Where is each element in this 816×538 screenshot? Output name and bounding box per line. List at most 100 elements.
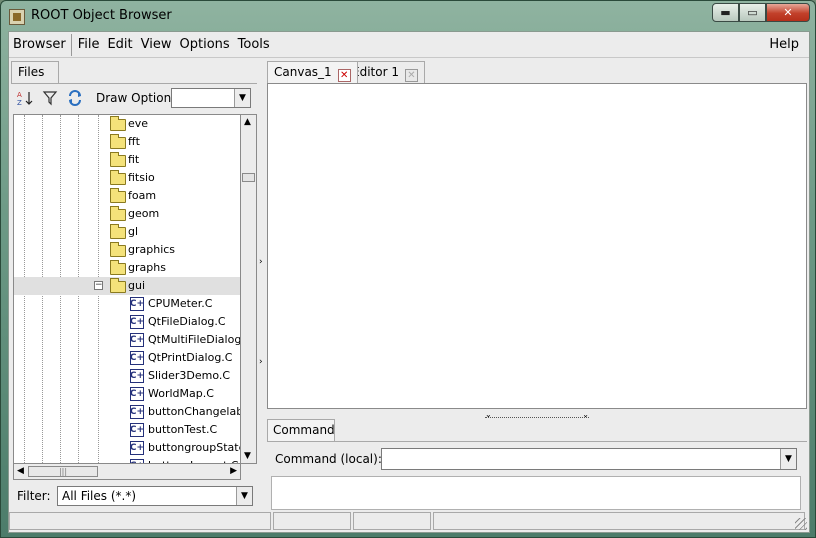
tree-file-item[interactable]: C+ Slider3Demo.C: [14, 367, 240, 385]
tree-horizontal-scrollbar[interactable]: ◀ ||| ▶: [13, 464, 241, 480]
folder-icon: [110, 224, 126, 239]
tree-file-item[interactable]: C+ QtMultiFileDialog: [14, 331, 240, 349]
tree-file-item[interactable]: C+buttonsLayout.C: [14, 457, 240, 463]
menu-tools[interactable]: Tools: [234, 34, 274, 56]
browser-toolbar: AZ Draw Option: ▼: [11, 84, 257, 112]
command-input[interactable]: ▼: [381, 448, 797, 470]
canvas-area[interactable]: [267, 83, 807, 409]
menu-file[interactable]: File: [74, 34, 104, 56]
scroll-right-icon[interactable]: ▶: [230, 466, 237, 476]
tree-item-label: QtFileDialog.C: [148, 315, 226, 328]
collapse-icon[interactable]: −: [94, 281, 103, 290]
scroll-down-icon[interactable]: ▼: [244, 451, 251, 461]
c-source-file-icon: C+: [129, 297, 145, 311]
horizontal-splitter[interactable]: ⌄ ⌄: [485, 410, 589, 419]
tree-item-label: QtPrintDialog.C: [148, 351, 233, 364]
close-tab-icon[interactable]: ✕: [337, 69, 351, 82]
refresh-icon[interactable]: [64, 87, 86, 109]
canvas-panel: Canvas_1 ✕ Editor 1 ✕ ⌄ ⌄ Command Command …: [265, 59, 809, 510]
tree-file-item[interactable]: C+ buttongroupState: [14, 439, 240, 457]
command-output[interactable]: [271, 476, 801, 510]
c-source-file-icon: C+: [129, 315, 145, 329]
filter-combo[interactable]: All Files (*.*) ▼: [57, 486, 253, 506]
minimize-button[interactable]: ▬: [712, 3, 739, 22]
menu-help[interactable]: Help: [765, 34, 803, 56]
menu-bar: Browser File Edit View Options Tools Hel…: [9, 32, 809, 58]
scroll-thumb[interactable]: [242, 173, 255, 182]
resize-grip[interactable]: [795, 518, 807, 530]
draw-option-label: Draw Option:: [96, 91, 176, 105]
chevron-down-icon[interactable]: ▼: [234, 89, 250, 107]
tree-vertical-scrollbar[interactable]: ▲ ▼: [241, 114, 257, 464]
menu-browser[interactable]: Browser: [9, 33, 72, 56]
tree-item-label: graphics: [128, 243, 176, 256]
draw-option-combo[interactable]: ▼: [171, 88, 251, 108]
tree-file-item[interactable]: C+ CPUMeter.C: [14, 295, 240, 313]
scroll-thumb[interactable]: |||: [28, 466, 98, 477]
status-section: [9, 512, 271, 530]
funnel-icon[interactable]: [39, 87, 61, 109]
tree-folder-item[interactable]: − gui: [14, 277, 240, 295]
menu-view[interactable]: View: [137, 34, 176, 56]
tree-folder-item[interactable]: eve: [14, 115, 240, 133]
folder-icon: [110, 242, 126, 257]
tab-canvas-1[interactable]: Canvas_1 ✕: [267, 61, 358, 83]
title-bar[interactable]: ROOT Object Browser ▬ ▭ ✕: [1, 1, 816, 31]
chevron-down-icon[interactable]: ⌄: [485, 410, 492, 419]
tree-item-label: buttonTest.C: [148, 423, 218, 436]
tree-folder-item[interactable]: graphs: [14, 259, 240, 277]
tree-folder-item[interactable]: foam: [14, 187, 240, 205]
tree-file-item[interactable]: C+ buttonTest.C: [14, 421, 240, 439]
scroll-left-icon[interactable]: ◀: [17, 466, 24, 476]
c-source-file-icon: C+: [129, 423, 145, 437]
tree-item-label: buttonChangelab: [148, 405, 241, 418]
tree-item-label: WorldMap.C: [148, 387, 214, 400]
close-tab-icon[interactable]: ✕: [404, 69, 418, 82]
sort-az-icon[interactable]: AZ: [14, 87, 36, 109]
filter-value: All Files (*.*): [62, 489, 137, 503]
tree-folder-item[interactable]: gl: [14, 223, 240, 241]
folder-icon: [110, 134, 126, 149]
menu-options[interactable]: Options: [176, 34, 234, 56]
tree-folder-item[interactable]: graphics: [14, 241, 240, 259]
tree-file-item[interactable]: C+ buttonChangelab: [14, 403, 240, 421]
tree-item-label: fitsio: [128, 171, 155, 184]
maximize-icon: ▭: [747, 6, 758, 19]
tree-item-label: gl: [128, 225, 139, 238]
svg-text:A: A: [17, 91, 22, 99]
tab-label: Editor 1: [352, 65, 399, 79]
tree-folder-item[interactable]: fft: [14, 133, 240, 151]
tree-item-label: Slider3Demo.C: [148, 369, 231, 382]
menu-edit[interactable]: Edit: [103, 34, 136, 56]
chevron-down-icon[interactable]: ▼: [236, 487, 252, 505]
tree-folder-item[interactable]: fitsio: [14, 169, 240, 187]
tab-label: Canvas_1: [274, 65, 332, 79]
status-section: [353, 512, 431, 530]
chevron-down-icon[interactable]: ▼: [780, 449, 796, 469]
tree-item-label: buttongroupState: [148, 441, 241, 454]
tree-folder-item[interactable]: geom: [14, 205, 240, 223]
tab-command[interactable]: Command: [267, 419, 335, 441]
c-source-file-icon: C+: [129, 333, 145, 347]
folder-icon: [110, 278, 126, 293]
status-bar: [9, 512, 809, 532]
chevron-right-icon[interactable]: ›: [259, 357, 263, 367]
tree-file-item[interactable]: C+ WorldMap.C: [14, 385, 240, 403]
chevron-down-icon[interactable]: ⌄: [582, 410, 589, 419]
close-button[interactable]: ✕: [766, 3, 810, 22]
chevron-right-icon[interactable]: ›: [259, 257, 263, 267]
file-tree[interactable]: eve fft fit fitsio foam geom gl graphics graphs −…: [13, 114, 241, 464]
tree-item-label: graphs: [128, 261, 166, 274]
c-source-file-icon: C+: [129, 405, 145, 419]
c-source-file-icon: C+: [129, 369, 145, 383]
tree-file-item[interactable]: C+ QtPrintDialog.C: [14, 349, 240, 367]
scroll-up-icon[interactable]: ▲: [244, 117, 251, 127]
window-frame: ROOT Object Browser ▬ ▭ ✕ Browser File E…: [0, 0, 816, 538]
tree-file-item[interactable]: C+ QtFileDialog.C: [14, 313, 240, 331]
folder-icon: [110, 188, 126, 203]
maximize-button[interactable]: ▭: [739, 3, 766, 22]
tree-folder-item[interactable]: fit: [14, 151, 240, 169]
c-source-file-icon: C+: [129, 387, 145, 401]
command-area: Command (local): ▼: [267, 441, 807, 510]
tab-files[interactable]: Files: [11, 61, 59, 83]
